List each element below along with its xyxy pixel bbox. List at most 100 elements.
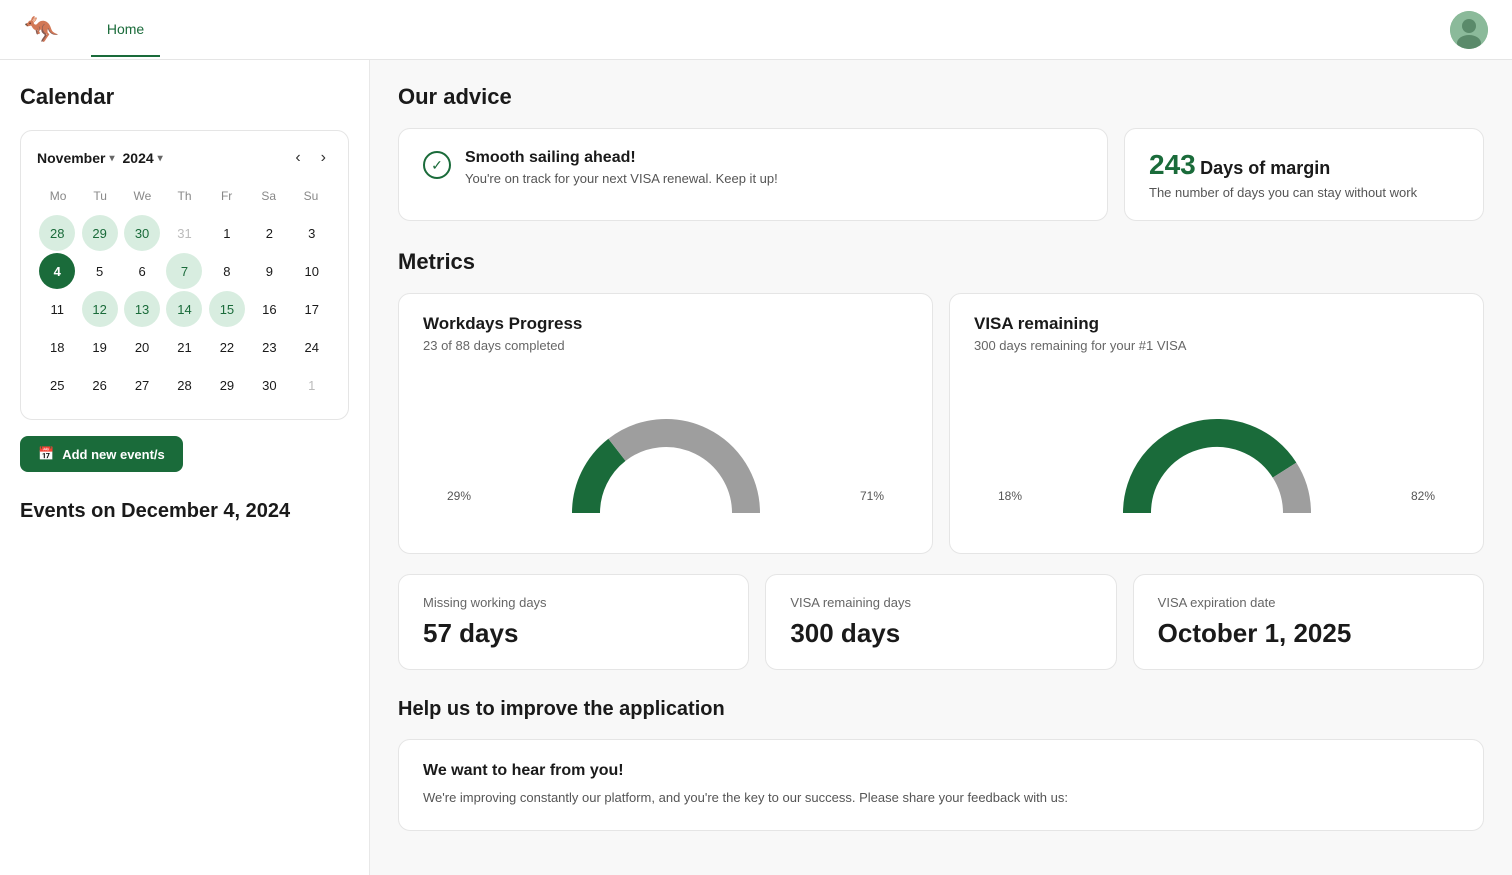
calendar-day[interactable]: 4 bbox=[39, 253, 75, 289]
calendar-day[interactable]: 11 bbox=[39, 291, 75, 327]
smooth-sailing-card: ✓ Smooth sailing ahead! You're on track … bbox=[398, 128, 1108, 221]
calendar-day[interactable]: 1 bbox=[294, 367, 330, 403]
expiration-card: VISA expiration date October 1, 2025 bbox=[1133, 574, 1484, 670]
visa-left-label: 18% bbox=[998, 489, 1022, 503]
navbar-right bbox=[1450, 11, 1488, 49]
calendar-day[interactable]: 28 bbox=[166, 367, 202, 403]
calendar-day[interactable]: 28 bbox=[39, 215, 75, 251]
calendar-day[interactable]: 18 bbox=[39, 329, 75, 365]
calendar-day[interactable]: 14 bbox=[166, 291, 202, 327]
nav-links: Home bbox=[91, 3, 1450, 57]
weekday-mo: Mo bbox=[37, 185, 79, 207]
calendar-day[interactable]: 9 bbox=[251, 253, 287, 289]
calendar-day[interactable]: 8 bbox=[209, 253, 245, 289]
metrics-row: Workdays Progress 23 of 88 days complete… bbox=[398, 293, 1484, 554]
visa-donut-svg bbox=[1107, 373, 1327, 533]
workdays-donut-svg bbox=[556, 373, 776, 533]
advice-section-title: Our advice bbox=[398, 84, 1484, 110]
calendar-day[interactable]: 31 bbox=[166, 215, 202, 251]
visa-card: VISA remaining 300 days remaining for yo… bbox=[949, 293, 1484, 554]
feedback-section: Help us to improve the application We wa… bbox=[398, 698, 1484, 831]
calendar-day[interactable]: 10 bbox=[294, 253, 330, 289]
calendar-day[interactable]: 1 bbox=[209, 215, 245, 251]
calendar-day[interactable]: 23 bbox=[251, 329, 287, 365]
main-layout: Calendar November ▾ 2024 ▾ ‹ › bbox=[0, 60, 1512, 875]
month-chevron-icon: ▾ bbox=[109, 153, 114, 164]
calendar-grid: Mo Tu We Th Fr Sa Su 2829303112345678910… bbox=[37, 185, 332, 403]
expiration-label: VISA expiration date bbox=[1158, 595, 1459, 610]
visa-subtitle: 300 days remaining for your #1 VISA bbox=[974, 338, 1459, 353]
calendar-day[interactable]: 29 bbox=[82, 215, 118, 251]
calendar-plus-icon: 📅 bbox=[38, 446, 54, 462]
calendar-day[interactable]: 16 bbox=[251, 291, 287, 327]
stat-cards-row: Missing working days 57 days VISA remain… bbox=[398, 574, 1484, 670]
feedback-card-desc: We're improving constantly our platform,… bbox=[423, 788, 1459, 808]
calendar-card: November ▾ 2024 ▾ ‹ › Mo Tu bbox=[20, 130, 349, 420]
visa-chart: 18% 82% bbox=[974, 373, 1459, 533]
visa-title: VISA remaining bbox=[974, 314, 1459, 334]
calendar-day[interactable]: 19 bbox=[82, 329, 118, 365]
weekday-sa: Sa bbox=[248, 185, 290, 207]
calendar-day[interactable]: 27 bbox=[124, 367, 160, 403]
next-month-button[interactable]: › bbox=[315, 147, 332, 169]
calendar-day[interactable]: 26 bbox=[82, 367, 118, 403]
missing-days-card: Missing working days 57 days bbox=[398, 574, 749, 670]
remaining-days-card: VISA remaining days 300 days bbox=[765, 574, 1116, 670]
year-label: 2024 bbox=[123, 150, 154, 166]
avatar[interactable] bbox=[1450, 11, 1488, 49]
calendar-day[interactable]: 25 bbox=[39, 367, 75, 403]
workdays-right-label: 71% bbox=[860, 489, 884, 503]
margin-label: Days of margin bbox=[1200, 158, 1330, 178]
workdays-card: Workdays Progress 23 of 88 days complete… bbox=[398, 293, 933, 554]
navbar: 🦘 Home bbox=[0, 0, 1512, 60]
calendar-day[interactable]: 5 bbox=[82, 253, 118, 289]
remaining-value: 300 days bbox=[790, 618, 1091, 649]
weekday-su: Su bbox=[290, 185, 332, 207]
calendar-day[interactable]: 6 bbox=[124, 253, 160, 289]
calendar-day[interactable]: 21 bbox=[166, 329, 202, 365]
calendar-day[interactable]: 2 bbox=[251, 215, 287, 251]
calendar-day[interactable]: 20 bbox=[124, 329, 160, 365]
calendar-day[interactable]: 7 bbox=[166, 253, 202, 289]
main-content: Our advice ✓ Smooth sailing ahead! You'r… bbox=[370, 60, 1512, 875]
kangaroo-icon: 🦘 bbox=[24, 13, 59, 46]
calendar-day[interactable]: 30 bbox=[251, 367, 287, 403]
add-event-label: Add new event/s bbox=[62, 447, 165, 462]
check-circle-icon: ✓ bbox=[423, 151, 451, 179]
calendar-day[interactable]: 22 bbox=[209, 329, 245, 365]
calendar-day[interactable]: 24 bbox=[294, 329, 330, 365]
nav-home[interactable]: Home bbox=[91, 3, 160, 57]
feedback-section-title: Help us to improve the application bbox=[398, 698, 1484, 721]
feedback-card: We want to hear from you! We're improvin… bbox=[398, 739, 1484, 831]
cal-month-year: November ▾ 2024 ▾ bbox=[37, 150, 289, 166]
prev-month-button[interactable]: ‹ bbox=[289, 147, 306, 169]
calendar-day[interactable]: 15 bbox=[209, 291, 245, 327]
sidebar: Calendar November ▾ 2024 ▾ ‹ › bbox=[0, 60, 370, 875]
calendar-day[interactable]: 3 bbox=[294, 215, 330, 251]
smooth-desc: You're on track for your next VISA renew… bbox=[465, 171, 778, 186]
add-event-button[interactable]: 📅 Add new event/s bbox=[20, 436, 183, 472]
calendar-title: Calendar bbox=[20, 84, 349, 110]
calendar-day[interactable]: 13 bbox=[124, 291, 160, 327]
margin-number: 243 bbox=[1149, 149, 1196, 180]
visa-right-label: 82% bbox=[1411, 489, 1435, 503]
calendar-day[interactable]: 17 bbox=[294, 291, 330, 327]
cal-days: 2829303112345678910111213141516171819202… bbox=[37, 215, 332, 403]
expiration-value: October 1, 2025 bbox=[1158, 618, 1459, 649]
margin-card: 243 Days of margin The number of days yo… bbox=[1124, 128, 1484, 221]
calendar-day[interactable]: 12 bbox=[82, 291, 118, 327]
year-dropdown[interactable]: 2024 ▾ bbox=[123, 150, 163, 166]
year-chevron-icon: ▾ bbox=[158, 153, 163, 164]
workdays-chart: 29% 71% bbox=[423, 373, 908, 533]
remaining-label: VISA remaining days bbox=[790, 595, 1091, 610]
calendar-header: November ▾ 2024 ▾ ‹ › bbox=[37, 147, 332, 169]
margin-content: 243 Days of margin The number of days yo… bbox=[1149, 149, 1417, 200]
weekday-tu: Tu bbox=[79, 185, 121, 207]
calendar-day[interactable]: 30 bbox=[124, 215, 160, 251]
margin-header: 243 Days of margin bbox=[1149, 149, 1417, 181]
workdays-subtitle: 23 of 88 days completed bbox=[423, 338, 908, 353]
workdays-left-label: 29% bbox=[447, 489, 471, 503]
missing-value: 57 days bbox=[423, 618, 724, 649]
month-dropdown[interactable]: November ▾ bbox=[37, 150, 115, 166]
calendar-day[interactable]: 29 bbox=[209, 367, 245, 403]
